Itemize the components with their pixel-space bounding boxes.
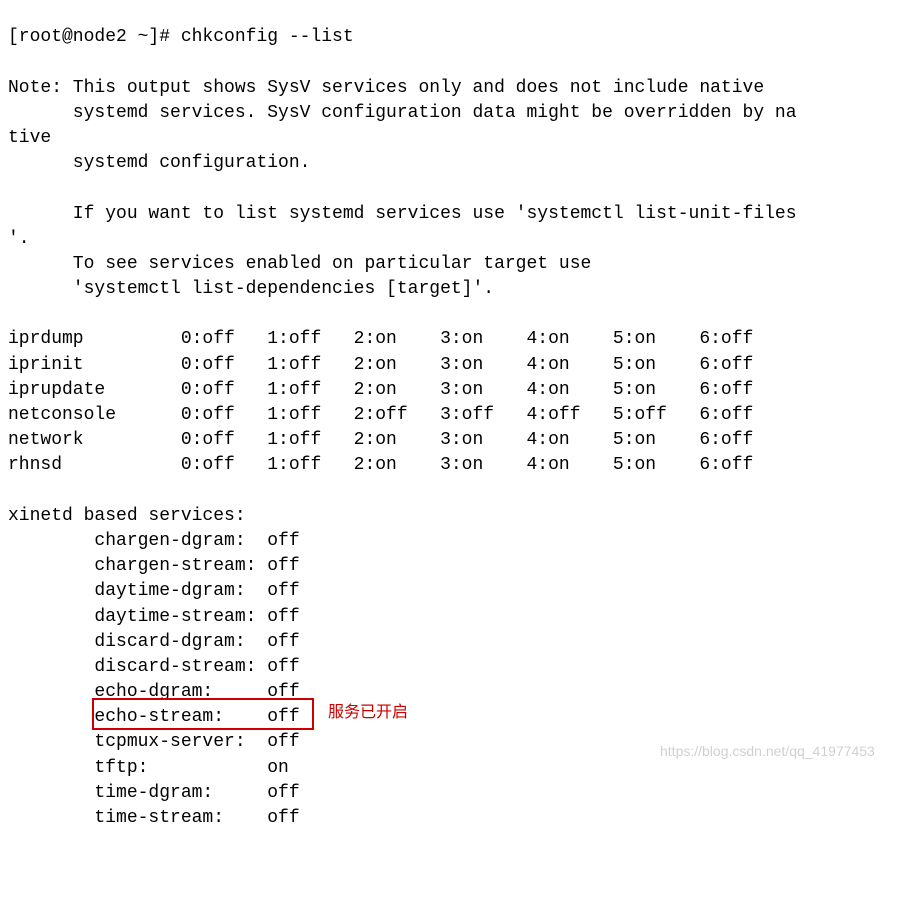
command-text: chkconfig --list <box>181 27 354 47</box>
xinetd-row: daytime-stream: off <box>8 607 300 627</box>
service-row: rhnsd 0:off 1:off 2:on 3:on 4:on 5:on 6:… <box>8 455 753 475</box>
xinetd-row-tftp: tftp: on <box>8 758 289 778</box>
note-line: systemd services. SysV configuration dat… <box>8 103 797 123</box>
service-row: network 0:off 1:off 2:on 3:on 4:on 5:on … <box>8 430 753 450</box>
xinetd-row: chargen-stream: off <box>8 556 300 576</box>
terminal-window: [root@node2 ~]# chkconfig --list Note: T… <box>0 0 900 907</box>
note-line: Note: This output shows SysV services on… <box>8 78 764 98</box>
watermark-text: https://blog.csdn.net/qq_41977453 <box>660 742 875 762</box>
xinetd-header: xinetd based services: <box>8 506 246 526</box>
service-row: iprupdate 0:off 1:off 2:on 3:on 4:on 5:o… <box>8 380 753 400</box>
note-line: '. <box>8 229 30 249</box>
note-line: 'systemctl list-dependencies [target]'. <box>8 279 494 299</box>
xinetd-row: time-stream: off <box>8 808 300 828</box>
highlight-box <box>92 698 314 730</box>
service-row: iprinit 0:off 1:off 2:on 3:on 4:on 5:on … <box>8 355 753 375</box>
note-line: To see services enabled on particular ta… <box>8 254 591 274</box>
service-row: netconsole 0:off 1:off 2:off 3:off 4:off… <box>8 405 753 425</box>
service-row: iprdump 0:off 1:off 2:on 3:on 4:on 5:on … <box>8 329 753 349</box>
note-line: If you want to list systemd services use… <box>8 204 797 224</box>
xinetd-row: tcpmux-server: off <box>8 732 300 752</box>
xinetd-row: time-dgram: off <box>8 783 300 803</box>
xinetd-row: discard-stream: off <box>8 657 300 677</box>
annotation-label: 服务已开启 <box>328 702 408 724</box>
xinetd-row: chargen-dgram: off <box>8 531 300 551</box>
xinetd-row: discard-dgram: off <box>8 632 300 652</box>
note-line: tive <box>8 128 51 148</box>
note-line: systemd configuration. <box>8 153 310 173</box>
shell-prompt: [root@node2 ~]# <box>8 27 181 47</box>
xinetd-row: daytime-dgram: off <box>8 581 300 601</box>
